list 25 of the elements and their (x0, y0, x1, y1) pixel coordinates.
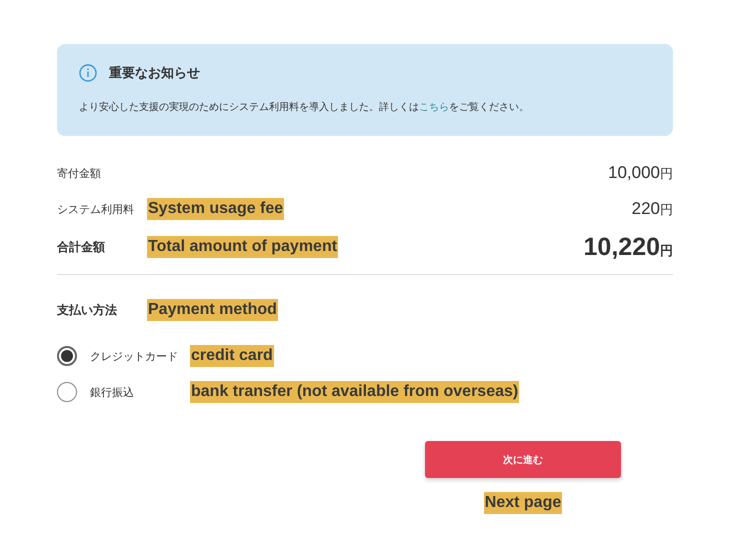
notice-title: 重要なお知らせ (109, 64, 200, 82)
next-button[interactable]: 次に進む (425, 441, 621, 478)
amount-label: システム利用料 (57, 202, 135, 216)
annotation-label: credit card (190, 345, 274, 367)
currency-unit: 円 (660, 242, 673, 260)
amount-value: 220 (632, 199, 660, 219)
currency-unit: 円 (660, 202, 673, 219)
amount-label: 合計金額 (57, 238, 106, 256)
info-icon (79, 64, 97, 82)
annotation-label: System usage fee (147, 198, 284, 220)
amount-value: 10,000 (608, 163, 660, 183)
payment-method-label: 支払い方法 (57, 302, 118, 318)
radio-label: 銀行振込 (90, 384, 135, 400)
annotation-label: Payment method (147, 299, 278, 321)
amount-label: 寄付金額 (57, 166, 102, 180)
annotation-label: Total amount of payment (147, 236, 338, 258)
details-link[interactable]: こちら (419, 102, 449, 113)
notice-text: より安心した支援の実現のためにシステム利用料を導入しました。詳しくはこちら をご覧ください。 (79, 100, 530, 114)
annotation-label: bank transfer (not available from overseas) (190, 381, 520, 403)
annotation-label: Next page (484, 492, 562, 514)
radio-button[interactable] (57, 346, 77, 366)
radio-label: クレジットカード (90, 348, 179, 364)
currency-unit: 円 (660, 166, 673, 183)
amount-value: 10,220 (584, 232, 660, 262)
radio-button[interactable] (57, 382, 77, 402)
